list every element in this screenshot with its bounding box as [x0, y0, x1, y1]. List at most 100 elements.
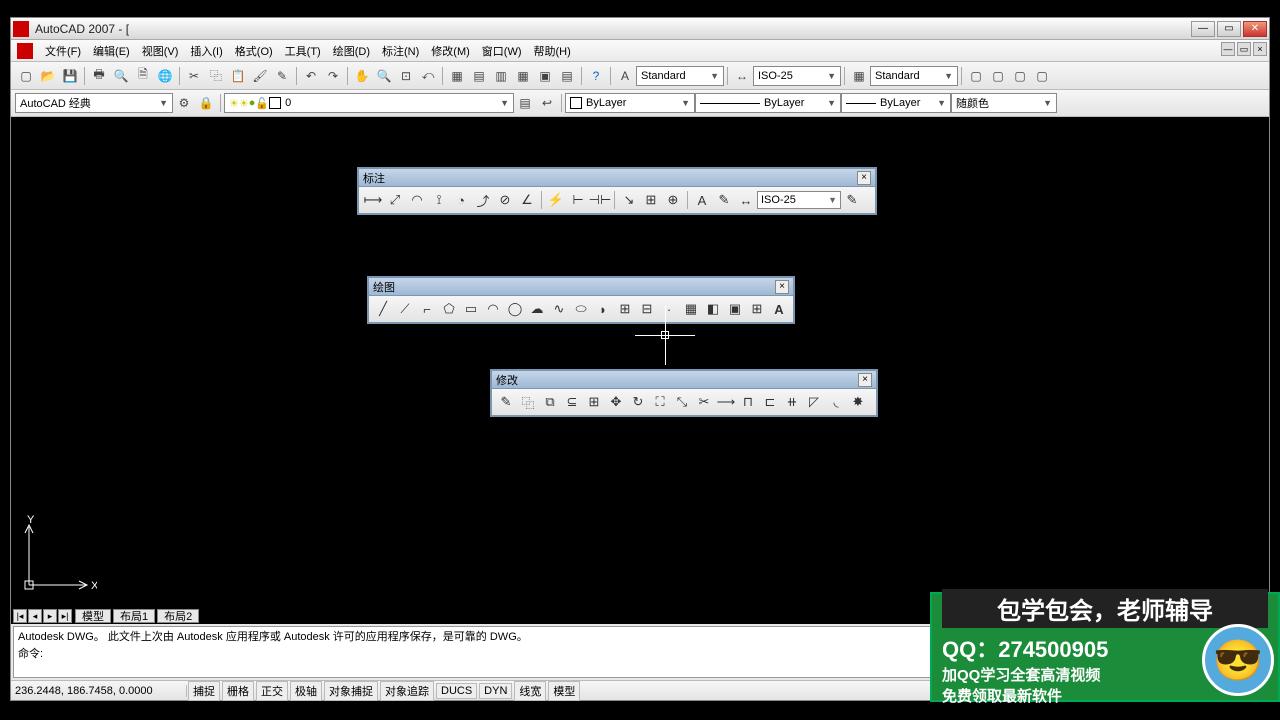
fillet-icon[interactable]: ◟ [826, 392, 846, 412]
dim-arc-icon[interactable]: ◠ [407, 190, 427, 210]
dim-diameter-icon[interactable]: ⊘ [495, 190, 515, 210]
tab-nav-first[interactable]: |◂ [13, 609, 27, 623]
redo-icon[interactable]: ↷ [323, 66, 343, 86]
dim-aligned-icon[interactable]: ⤢ [385, 190, 405, 210]
status-osnap[interactable]: 对象捕捉 [324, 681, 378, 701]
dimension-toolbar-close[interactable]: × [857, 171, 871, 185]
modify-toolbar[interactable]: 修改 × ✎ ⿻ ⧉ ⊆ ⊞ ✥ ↻ ⛶ ⤡ ✂ ⟶ ⊓ ⊏ ⧺ ◸ ◟ ✸ [490, 369, 878, 417]
zoom-window-icon[interactable]: ⊡ [396, 66, 416, 86]
window-tilehorz-icon[interactable]: ▢ [1032, 66, 1052, 86]
status-otrack[interactable]: 对象追踪 [380, 681, 434, 701]
dimension-toolbar[interactable]: 标注 × ⟼ ⤢ ◠ ⟟ ◔ ⤴ ⊘ ∠ ⚡ ⊢ ⊣⊢ ↘ ⊞ ⊕ [357, 167, 877, 215]
textstyle-combo[interactable]: Standard▼ [636, 66, 724, 86]
workspace-settings-icon[interactable]: ⚙ [174, 93, 194, 113]
hatch-icon[interactable]: ▦ [681, 299, 701, 319]
status-model[interactable]: 模型 [548, 681, 580, 701]
status-ortho[interactable]: 正交 [256, 681, 288, 701]
layer-previous-icon[interactable]: ↩ [537, 93, 557, 113]
menu-edit[interactable]: 编辑(E) [87, 41, 136, 61]
menu-view[interactable]: 视图(V) [136, 41, 185, 61]
markup-icon[interactable]: ▥ [491, 66, 511, 86]
line-icon[interactable]: ╱ [373, 299, 393, 319]
textstyle-icon[interactable]: A [615, 66, 635, 86]
dim-radius-icon[interactable]: ◔ [451, 190, 471, 210]
dim-continue-icon[interactable]: ⊣⊢ [590, 190, 610, 210]
dim-tedit-icon[interactable]: ✎ [714, 190, 734, 210]
dim-update-icon[interactable]: ↔ [736, 190, 756, 210]
open-icon[interactable]: 📂 [38, 66, 58, 86]
ellipse-arc-icon[interactable]: ◗ [593, 299, 613, 319]
menu-tools[interactable]: 工具(T) [279, 41, 327, 61]
explode-icon[interactable]: ✸ [848, 392, 868, 412]
menu-window[interactable]: 窗口(W) [476, 41, 528, 61]
point-icon[interactable]: · [659, 299, 679, 319]
draw-toolbar[interactable]: 绘图 × ╱ ⟋ ⌐ ⬠ ▭ ◠ ◯ ☁ ∿ ⬭ ◗ ⊞ ⊟ · ▦ ◧ ▣ [367, 276, 795, 324]
status-polar[interactable]: 极轴 [290, 681, 322, 701]
dim-style-combo[interactable]: ISO-25▼ [757, 191, 841, 209]
array-icon[interactable]: ⊞ [584, 392, 604, 412]
join-icon[interactable]: ⧺ [782, 392, 802, 412]
drawing-area[interactable]: 标注 × ⟼ ⤢ ◠ ⟟ ◔ ⤴ ⊘ ∠ ⚡ ⊢ ⊣⊢ ↘ ⊞ ⊕ [11, 117, 1269, 608]
tab-model[interactable]: 模型 [75, 609, 111, 623]
menu-file[interactable]: 文件(F) [39, 41, 87, 61]
color-combo[interactable]: ByLayer▼ [565, 93, 695, 113]
window-cascade-icon[interactable]: ▢ [988, 66, 1008, 86]
print-icon[interactable]: 🖶 [89, 66, 109, 86]
arc-icon[interactable]: ◠ [483, 299, 503, 319]
plotstyle-combo[interactable]: 随颜色▼ [951, 93, 1057, 113]
dimstyle-combo[interactable]: ISO-25▼ [753, 66, 841, 86]
menu-insert[interactable]: 插入(I) [184, 41, 228, 61]
tool-palette-icon[interactable]: ▤ [469, 66, 489, 86]
dim-linear-icon[interactable]: ⟼ [363, 190, 383, 210]
dim-edit-icon[interactable]: A [692, 190, 712, 210]
workspace-combo[interactable]: AutoCAD 经典▼ [15, 93, 173, 113]
dimension-toolbar-title[interactable]: 标注 × [359, 169, 875, 187]
close-button[interactable]: ✕ [1243, 21, 1267, 37]
maximize-button[interactable]: ▭ [1217, 21, 1241, 37]
window-tilevert-icon[interactable]: ▢ [1010, 66, 1030, 86]
status-lwt[interactable]: 线宽 [514, 681, 546, 701]
preview-icon[interactable]: 🔍 [111, 66, 131, 86]
design-center-icon[interactable]: ▣ [535, 66, 555, 86]
menu-format[interactable]: 格式(O) [229, 41, 279, 61]
make-block-icon[interactable]: ⊟ [637, 299, 657, 319]
workspace-lock-icon[interactable]: 🔒 [196, 93, 216, 113]
ellipse-icon[interactable]: ⬭ [571, 299, 591, 319]
draw-toolbar-close[interactable]: × [775, 280, 789, 294]
stretch-icon[interactable]: ⤡ [672, 392, 692, 412]
dim-style-manager-icon[interactable]: ✎ [842, 190, 862, 210]
layer-combo[interactable]: ☀ ☀ ● 🔓 0 ▼ [224, 93, 514, 113]
offset-icon[interactable]: ⊆ [562, 392, 582, 412]
break-at-icon[interactable]: ⊓ [738, 392, 758, 412]
extend-icon[interactable]: ⟶ [716, 392, 736, 412]
3d-icon[interactable]: 🌐 [155, 66, 175, 86]
gradient-icon[interactable]: ◧ [703, 299, 723, 319]
status-snap[interactable]: 捕捉 [188, 681, 220, 701]
linetype-combo[interactable]: ByLayer▼ [695, 93, 841, 113]
modify-toolbar-close[interactable]: × [858, 373, 872, 387]
rectangle-icon[interactable]: ▭ [461, 299, 481, 319]
pan-icon[interactable]: ✋ [352, 66, 372, 86]
status-ducs[interactable]: DUCS [436, 683, 477, 699]
break-icon[interactable]: ⊏ [760, 392, 780, 412]
window-arrange-icon[interactable]: ▢ [966, 66, 986, 86]
save-icon[interactable]: 💾 [60, 66, 80, 86]
menu-modify[interactable]: 修改(M) [425, 41, 476, 61]
doc-minimize-button[interactable]: — [1221, 42, 1235, 56]
modify-toolbar-title[interactable]: 修改 × [492, 371, 876, 389]
dim-angular-icon[interactable]: ∠ [517, 190, 537, 210]
dimstyle-icon[interactable]: ↔ [732, 66, 752, 86]
layer-manager-icon[interactable]: ▤ [515, 93, 535, 113]
properties-icon[interactable]: ✎ [272, 66, 292, 86]
tab-nav-last[interactable]: ▸| [58, 609, 72, 623]
menu-help[interactable]: 帮助(H) [528, 41, 577, 61]
match-icon[interactable]: 🖌 [250, 66, 270, 86]
circle-icon[interactable]: ◯ [505, 299, 525, 319]
doc-close-button[interactable]: × [1253, 42, 1267, 56]
mirror-icon[interactable]: ⧉ [540, 392, 560, 412]
move-icon[interactable]: ✥ [606, 392, 626, 412]
polyline-icon[interactable]: ⌐ [417, 299, 437, 319]
tab-layout2[interactable]: 布局2 [157, 609, 199, 623]
undo-icon[interactable]: ↶ [301, 66, 321, 86]
coordinates[interactable]: 236.2448, 186.7458, 0.0000 [11, 685, 187, 697]
